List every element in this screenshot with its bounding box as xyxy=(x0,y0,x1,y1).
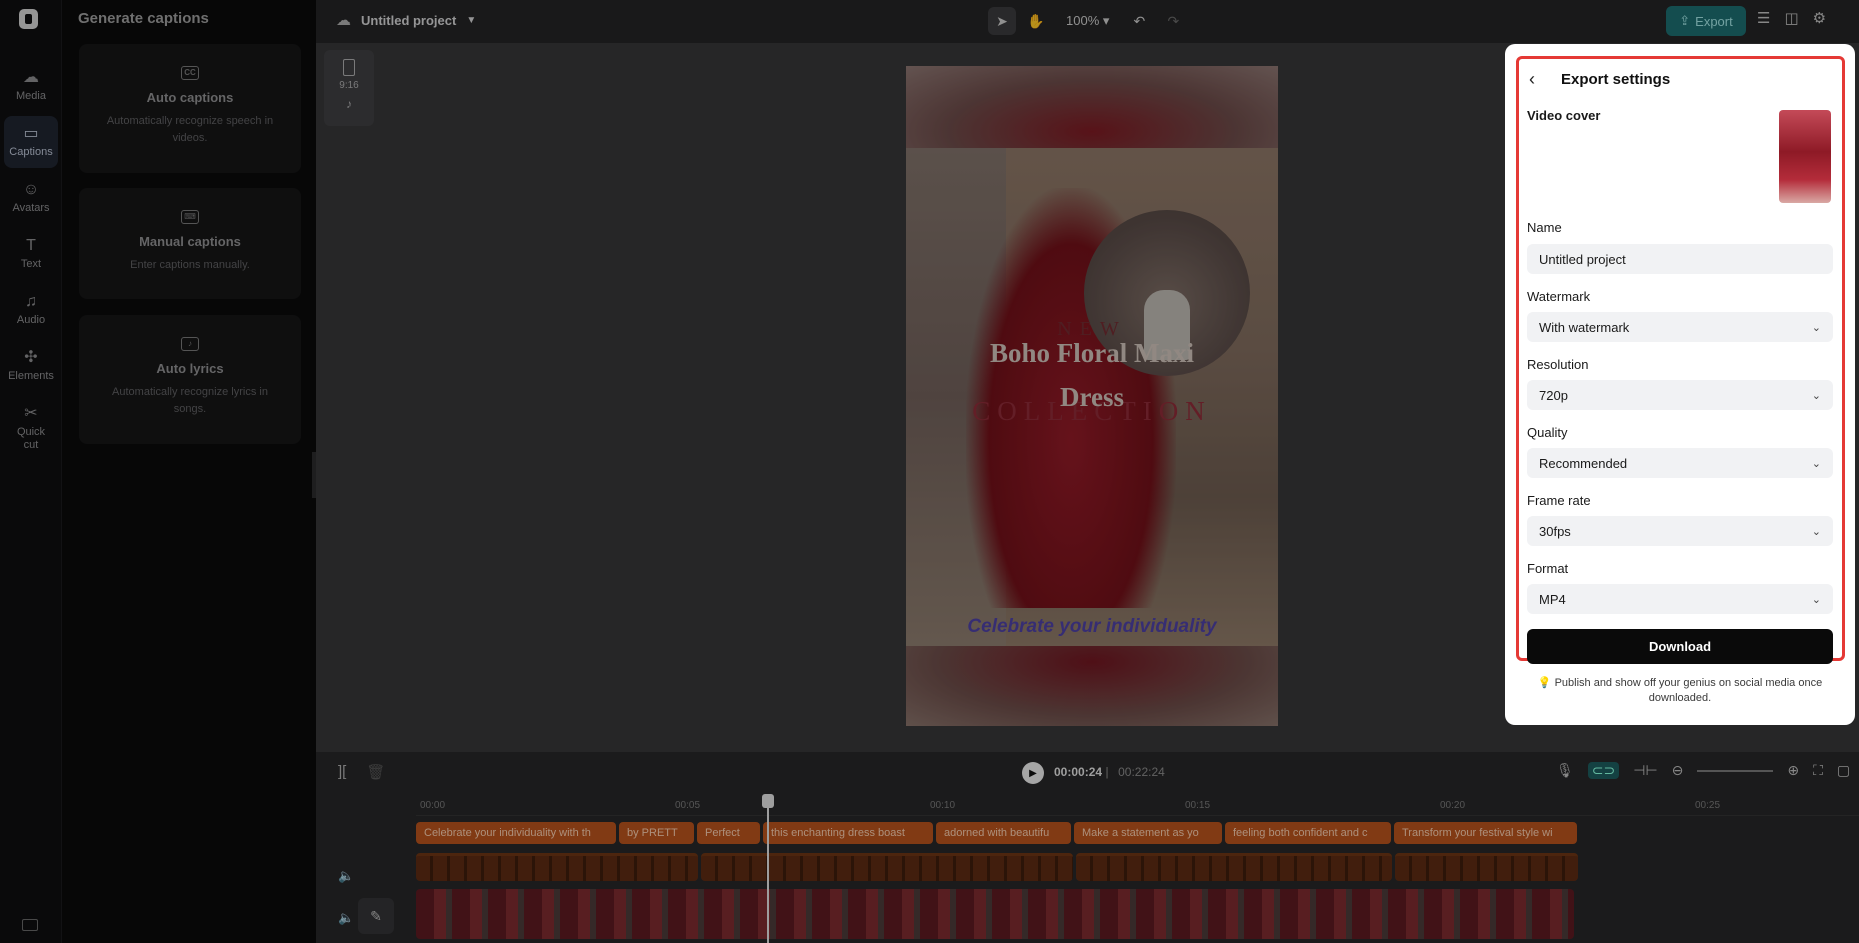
lightbulb-icon: 💡 xyxy=(1537,677,1552,689)
export-settings-panel: ‹ Export settings Video cover Name Untit… xyxy=(1505,44,1855,725)
watermark-label: Watermark xyxy=(1527,289,1591,304)
watermark-select[interactable]: With watermark ⌄ xyxy=(1527,312,1833,342)
watermark-value: With watermark xyxy=(1539,319,1630,335)
download-button[interactable]: Download xyxy=(1527,629,1833,664)
hint-text: Publish and show off your genius on soci… xyxy=(1554,677,1823,704)
name-label: Name xyxy=(1527,220,1562,235)
resolution-select[interactable]: 720p ⌄ xyxy=(1527,380,1833,410)
chevron-down-icon: ⌄ xyxy=(1811,593,1821,606)
export-title: Export settings xyxy=(1561,71,1671,88)
chevron-down-icon: ⌄ xyxy=(1811,389,1821,402)
video-cover-thumbnail[interactable] xyxy=(1779,110,1831,203)
format-value: MP4 xyxy=(1539,591,1566,607)
quality-label: Quality xyxy=(1527,425,1568,440)
chevron-down-icon: ⌄ xyxy=(1811,457,1821,470)
chevron-down-icon: ⌄ xyxy=(1811,525,1821,538)
export-hint: 💡 Publish and show off your genius on so… xyxy=(1535,676,1825,706)
framerate-value: 30fps xyxy=(1539,523,1571,539)
back-arrow-icon[interactable]: ‹ xyxy=(1529,69,1543,90)
chevron-down-icon: ⌄ xyxy=(1811,321,1821,334)
export-header: ‹ Export settings xyxy=(1529,69,1670,90)
quality-select[interactable]: Recommended ⌄ xyxy=(1527,448,1833,478)
quality-value: Recommended xyxy=(1539,455,1628,471)
format-label: Format xyxy=(1527,561,1569,576)
framerate-label: Frame rate xyxy=(1527,493,1591,508)
video-cover-label: Video cover xyxy=(1527,108,1601,123)
name-input[interactable]: Untitled project xyxy=(1527,244,1833,274)
name-value: Untitled project xyxy=(1539,251,1626,267)
resolution-value: 720p xyxy=(1539,387,1568,403)
framerate-select[interactable]: 30fps ⌄ xyxy=(1527,516,1833,546)
resolution-label: Resolution xyxy=(1527,357,1589,372)
format-select[interactable]: MP4 ⌄ xyxy=(1527,584,1833,614)
